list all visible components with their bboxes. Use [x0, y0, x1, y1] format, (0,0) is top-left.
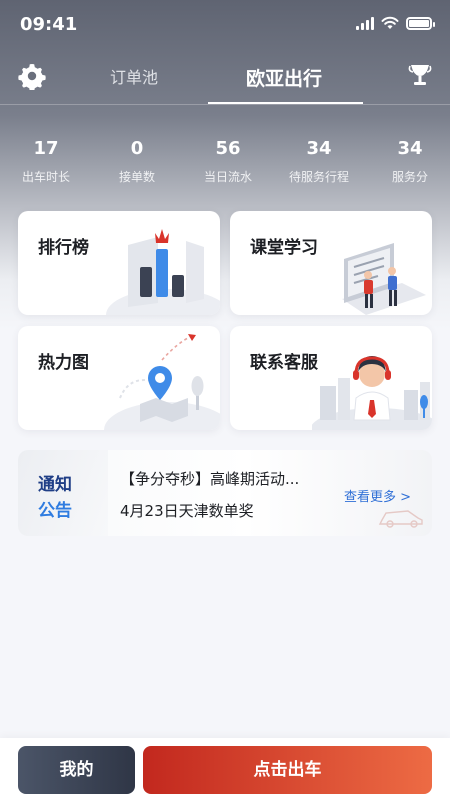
stat-daily-revenue[interactable]: 56 当日流水	[186, 138, 270, 185]
stat-value: 34	[397, 138, 423, 159]
stat-pending-trips[interactable]: 34 待服务行程	[277, 138, 361, 185]
badge-notice-text: 通知	[38, 475, 72, 495]
driver-stats: 17 出车时长 0 接单数 56 当日流水 34 待服务行程 34 服务分	[0, 138, 450, 190]
stat-label: 接单数	[118, 170, 155, 184]
card-title: 热力图	[38, 353, 89, 373]
heatmap-illustration	[104, 334, 220, 430]
stat-driving-hours[interactable]: 17 出车时长	[4, 138, 88, 185]
tab-ouya-travel[interactable]: 欧亚出行	[246, 64, 322, 91]
card-leaderboard[interactable]: 排行榜	[18, 211, 220, 315]
stat-service-score[interactable]: 34 服务分	[368, 138, 450, 185]
start-driving-button[interactable]: 点击出车	[143, 746, 432, 794]
status-icons	[356, 16, 435, 30]
stat-value: 0	[130, 138, 144, 159]
card-heatmap[interactable]: 热力图	[18, 326, 220, 430]
card-title: 联系客服	[250, 353, 318, 373]
top-nav: 订单池 欧亚出行	[0, 50, 450, 106]
stat-label: 服务分	[391, 170, 428, 184]
wifi-icon	[381, 16, 399, 29]
bottom-action-bar: 我的 点击出车	[0, 738, 450, 800]
stat-value: 56	[215, 138, 241, 159]
status-time: 09:41	[20, 14, 78, 35]
stat-orders-accepted[interactable]: 0 接单数	[95, 138, 179, 185]
cellular-signal-icon	[356, 16, 374, 30]
stat-label: 待服务行程	[288, 170, 349, 184]
card-contact-support[interactable]: 联系客服	[230, 326, 432, 430]
nav-divider	[0, 104, 450, 105]
card-title: 课堂学习	[250, 238, 318, 258]
stat-value: 34	[306, 138, 332, 159]
stat-label: 出车时长	[21, 170, 70, 184]
stat-label: 当日流水	[203, 170, 252, 184]
tab-order-pool[interactable]: 订单池	[110, 64, 158, 88]
trophy-icon[interactable]	[408, 62, 432, 90]
battery-icon	[406, 16, 435, 30]
announcement-headline[interactable]: 【争分夺秒】高峰期活动...	[120, 468, 299, 489]
badge-announcement-text: 公告	[38, 501, 72, 521]
announcement-banner[interactable]: 通知 公告 【争分夺秒】高峰期活动... 4月23日天津数单奖 查看更多 >	[18, 450, 432, 536]
announcement-subline[interactable]: 4月23日天津数单奖	[120, 500, 254, 521]
stat-value: 17	[33, 138, 59, 159]
car-illustration	[378, 510, 423, 528]
card-title: 排行榜	[38, 238, 89, 258]
my-profile-button[interactable]: 我的	[18, 746, 135, 794]
status-bar: 09:41	[0, 0, 450, 48]
classroom-illustration	[342, 243, 426, 315]
view-more-link[interactable]: 查看更多 >	[344, 486, 411, 505]
leaderboard-illustration	[106, 229, 220, 315]
card-classroom-learning[interactable]: 课堂学习	[230, 211, 432, 315]
customer-service-illustration	[312, 356, 432, 430]
gear-icon[interactable]	[18, 62, 46, 90]
